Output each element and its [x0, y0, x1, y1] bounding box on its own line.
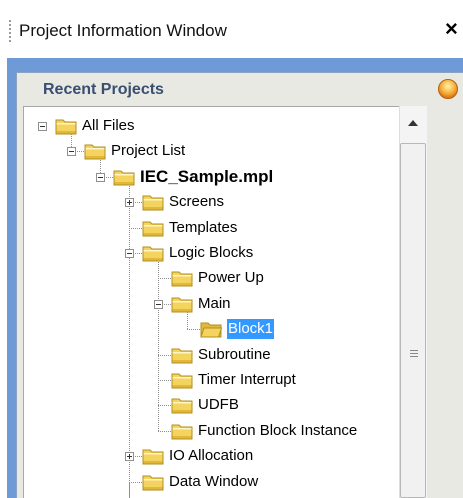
- expand-plus-icon[interactable]: [125, 198, 134, 208]
- tree-connector-horizontal: [158, 380, 171, 381]
- folder-icon: [142, 244, 164, 262]
- tree-connector-horizontal: [158, 430, 171, 432]
- tree-node-label[interactable]: Block1: [227, 319, 275, 340]
- open-folder-icon: [200, 320, 223, 338]
- tree-node-label[interactable]: Screens: [169, 192, 224, 212]
- folder-icon: [55, 117, 77, 135]
- tree-connector-horizontal: [158, 278, 171, 280]
- folder-icon: [84, 142, 106, 160]
- tree-node-label[interactable]: Function Block Instance: [198, 421, 357, 441]
- folder-icon: [171, 422, 193, 440]
- project-tree[interactable]: All Files Project List IEC_Sample.mpl Scree…: [23, 106, 399, 498]
- tree-connector-vertical: [129, 481, 130, 498]
- expand-plus-icon[interactable]: [125, 452, 134, 462]
- folder-icon: [142, 219, 164, 237]
- panel-header[interactable]: Recent Projects: [17, 73, 463, 107]
- folder-icon: [171, 396, 193, 414]
- tree-node-label[interactable]: Templates: [169, 218, 237, 238]
- orange-orb-icon[interactable]: [438, 79, 458, 99]
- tree-connector-horizontal: [129, 227, 142, 229]
- panel-right-margin: [427, 106, 463, 498]
- title-bar: Project Information Window ×: [0, 0, 463, 58]
- tree-node-label[interactable]: Timer Interrupt: [198, 370, 296, 390]
- window-title: Project Information Window: [19, 21, 227, 40]
- tree-node-label[interactable]: Logic Blocks: [169, 243, 253, 263]
- tree-node-label[interactable]: Project List: [111, 141, 185, 161]
- folder-icon: [171, 371, 193, 389]
- collapse-minus-icon[interactable]: [96, 172, 105, 182]
- collapse-minus-icon[interactable]: [125, 249, 134, 258]
- tree-node-label[interactable]: All Files: [82, 116, 135, 136]
- folder-icon: [142, 473, 164, 491]
- drag-grip-icon[interactable]: [9, 20, 11, 42]
- thumb-grip-icon: [410, 350, 418, 359]
- folder-icon: [113, 168, 135, 186]
- tree-node-label[interactable]: IO Allocation: [169, 446, 253, 466]
- folder-icon: [171, 269, 193, 287]
- tree-node-label[interactable]: Power Up: [198, 268, 264, 288]
- collapse-minus-icon[interactable]: [154, 299, 163, 309]
- collapse-minus-icon[interactable]: [38, 122, 47, 131]
- folder-icon: [171, 295, 193, 313]
- tree-connector-horizontal: [129, 481, 142, 483]
- tree-node-label[interactable]: IEC_Sample.mpl: [140, 167, 273, 187]
- panel-title: Recent Projects: [43, 81, 164, 98]
- folder-icon: [142, 193, 164, 211]
- tree-connector-vertical: [129, 182, 130, 498]
- vertical-scrollbar[interactable]: [399, 106, 427, 498]
- tree-node-label[interactable]: UDFB: [198, 395, 239, 415]
- tree-node-label[interactable]: Subroutine: [198, 345, 271, 365]
- folder-icon: [142, 447, 164, 465]
- scroll-up-arrow-icon[interactable]: [408, 120, 418, 126]
- scrollbar-thumb[interactable]: [400, 143, 426, 498]
- tree-connector-horizontal: [187, 329, 200, 331]
- tree-node-label[interactable]: Data Window: [169, 472, 258, 492]
- folder-icon: [171, 346, 193, 364]
- tree-connector-horizontal: [158, 354, 171, 356]
- close-icon[interactable]: ×: [445, 18, 458, 40]
- collapse-minus-icon[interactable]: [67, 147, 76, 157]
- tree-node-label[interactable]: Main: [198, 294, 231, 314]
- tree-connector-horizontal: [158, 405, 171, 407]
